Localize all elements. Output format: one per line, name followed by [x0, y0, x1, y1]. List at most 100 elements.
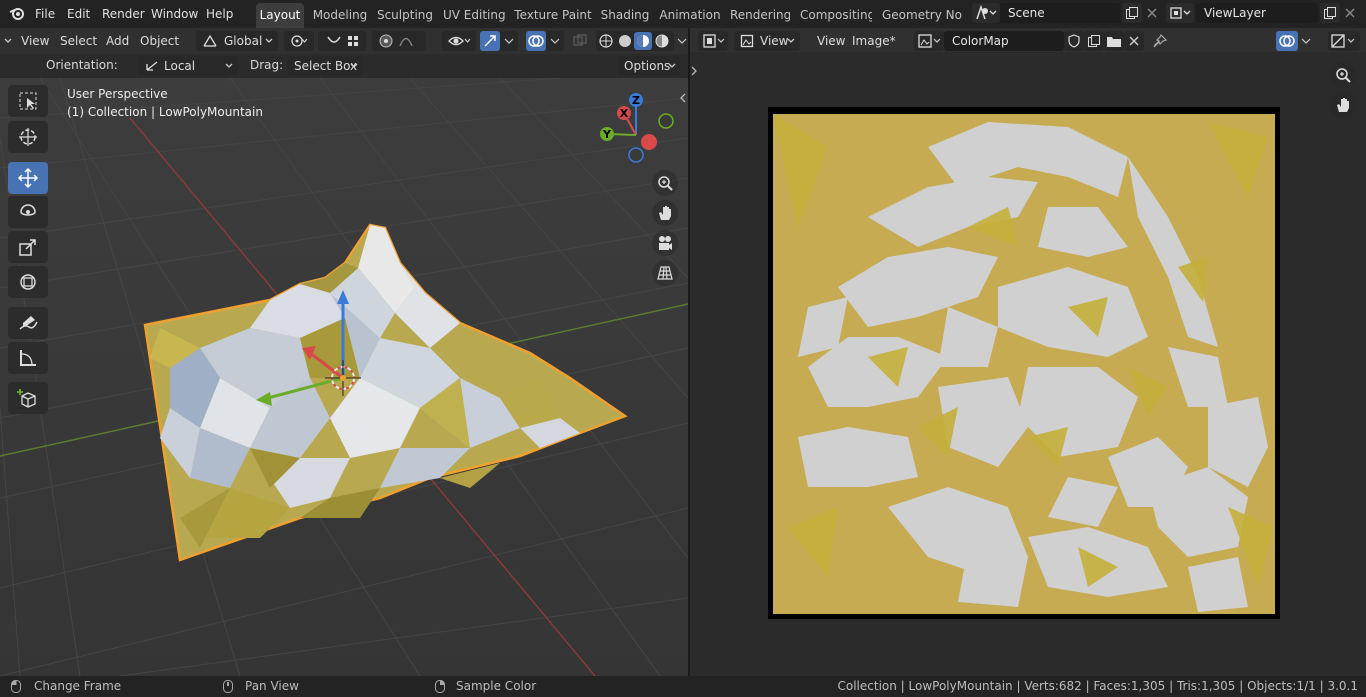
annotate-tool[interactable] — [8, 307, 48, 339]
tab-sculpting[interactable]: Sculpting — [376, 3, 434, 28]
proportional-editing-toggle[interactable] — [372, 31, 426, 51]
material-shading-button[interactable] — [634, 32, 652, 50]
new-image-button[interactable] — [1084, 31, 1104, 51]
chevron-down-icon — [668, 63, 676, 68]
viewport-menu-add[interactable]: Add — [100, 31, 135, 51]
gizmo-dropdown[interactable] — [500, 31, 518, 51]
toolbar-toggle-arrow[interactable] — [690, 64, 698, 81]
image-zoom-button[interactable] — [1330, 62, 1356, 88]
overlays-toggle[interactable] — [526, 31, 546, 51]
fake-user-button[interactable] — [1064, 31, 1084, 51]
display-channels-dropdown[interactable] — [1328, 31, 1360, 51]
image-view-mode-value: View — [760, 34, 789, 48]
new-view-layer-button[interactable] — [1320, 3, 1340, 23]
transform-tool[interactable] — [8, 266, 48, 298]
camera-view-button[interactable] — [652, 230, 678, 256]
drag-dropdown[interactable]: Select Box — [288, 56, 362, 76]
transform-icon — [20, 274, 36, 290]
zoom-icon — [658, 176, 673, 191]
scene-browse-button[interactable] — [972, 3, 1000, 23]
image-pan-button[interactable] — [1330, 92, 1356, 118]
image-view-mode-dropdown[interactable]: View — [734, 31, 800, 51]
browse-image-button[interactable] — [914, 31, 944, 51]
snap-toggle[interactable] — [318, 31, 366, 51]
viewport-menu-object[interactable]: Object — [134, 31, 185, 51]
view-layer-browse-button[interactable] — [1166, 3, 1194, 23]
open-image-button[interactable] — [1104, 31, 1124, 51]
scene-name-field[interactable]: Scene — [1000, 3, 1120, 23]
drag-label: Drag: — [250, 58, 284, 72]
render-layers-icon — [1170, 7, 1191, 19]
transform-orientation-dropdown[interactable]: Global — [196, 31, 278, 51]
move-tool[interactable] — [8, 162, 48, 194]
editor-type-button[interactable] — [2, 31, 16, 51]
xray-toggle[interactable] — [570, 31, 590, 51]
rotate-tool[interactable] — [8, 196, 48, 228]
visibility-dropdown[interactable] — [442, 31, 476, 51]
folder-icon — [1107, 37, 1121, 47]
tab-compositing[interactable]: Compositing — [800, 3, 872, 28]
menu-edit[interactable]: Edit — [67, 0, 90, 28]
image-menu-image[interactable]: Image* — [846, 31, 902, 51]
viewport-menu-view[interactable]: View — [15, 31, 55, 51]
orientation-dropdown[interactable]: Local — [138, 56, 238, 76]
view-layer-name-field[interactable]: ViewLayer — [1196, 3, 1318, 23]
zoom-button[interactable] — [652, 170, 678, 196]
drag-value: Select Box — [294, 59, 358, 73]
shading-dropdown[interactable] — [676, 31, 688, 51]
3d-viewport[interactable]: Z X Y User Perspective (1) Collection | … — [0, 78, 688, 676]
pencil-icon — [19, 316, 38, 330]
gizmo-toggle[interactable] — [480, 31, 500, 51]
tab-geometry-nodes[interactable]: Geometry Nod — [882, 3, 962, 28]
delete-scene-button[interactable] — [1142, 3, 1162, 23]
new-scene-button[interactable] — [1122, 3, 1142, 23]
copy-icon — [1088, 35, 1100, 47]
tab-shading[interactable]: Shading — [599, 3, 651, 28]
tab-modeling[interactable]: Modeling — [310, 3, 370, 28]
image-name-field[interactable]: ColorMap — [944, 31, 1064, 51]
select-box-tool[interactable] — [8, 85, 48, 117]
image-editor-type-button[interactable] — [698, 31, 728, 51]
options-dropdown[interactable]: Options — [618, 56, 680, 76]
tab-uv-editing[interactable]: UV Editing — [443, 3, 505, 28]
status-hint-change-frame: Change Frame — [34, 679, 122, 693]
viewport-collection-label: (1) Collection | LowPolyMountain — [67, 105, 263, 119]
pin-icon — [1153, 33, 1168, 48]
color-map-image[interactable] — [768, 107, 1280, 619]
solid-shading-button[interactable] — [619, 35, 631, 47]
rendered-shading-button[interactable] — [655, 34, 669, 48]
tab-animation[interactable]: Animation — [658, 3, 722, 28]
scale-tool[interactable] — [8, 231, 48, 263]
chevron-down-icon — [350, 63, 358, 68]
shield-icon — [1068, 34, 1080, 48]
perspective-toggle-button[interactable] — [652, 260, 678, 286]
viewport-menu-select[interactable]: Select — [54, 31, 103, 51]
delete-view-layer-button[interactable] — [1340, 3, 1360, 23]
chevron-down-icon — [677, 38, 687, 44]
tab-layout[interactable]: Layout — [256, 3, 304, 28]
sidebar-toggle-arrow[interactable] — [679, 92, 687, 107]
unlink-image-button[interactable] — [1124, 31, 1144, 51]
menu-window[interactable]: Window — [151, 0, 198, 28]
image-overlays-dropdown[interactable] — [1298, 31, 1314, 51]
add-cube-tool[interactable] — [8, 382, 48, 414]
overlays-dropdown[interactable] — [546, 31, 564, 51]
blender-logo-icon[interactable] — [8, 0, 28, 28]
pin-button[interactable] — [1150, 31, 1170, 51]
image-overlays-toggle[interactable] — [1276, 31, 1298, 51]
tab-rendering[interactable]: Rendering — [730, 3, 790, 28]
pan-button[interactable] — [652, 200, 678, 226]
tab-texture-paint[interactable]: Texture Paint — [514, 3, 592, 28]
navigation-gizmo[interactable]: Z X Y — [595, 92, 681, 168]
image-editor-canvas[interactable] — [690, 52, 1366, 676]
menu-file[interactable]: File — [35, 0, 55, 28]
wireframe-shading-button[interactable] — [599, 34, 613, 48]
mouse-right-icon — [435, 680, 445, 693]
pivot-point-dropdown[interactable] — [284, 31, 314, 51]
menu-render[interactable]: Render — [102, 0, 145, 28]
zoom-icon — [1336, 68, 1351, 83]
cursor-tool[interactable] — [8, 121, 48, 153]
menu-help[interactable]: Help — [206, 0, 233, 28]
measure-tool[interactable] — [8, 342, 48, 374]
status-bar: Change Frame Pan View Sample Color Colle… — [0, 676, 1366, 697]
